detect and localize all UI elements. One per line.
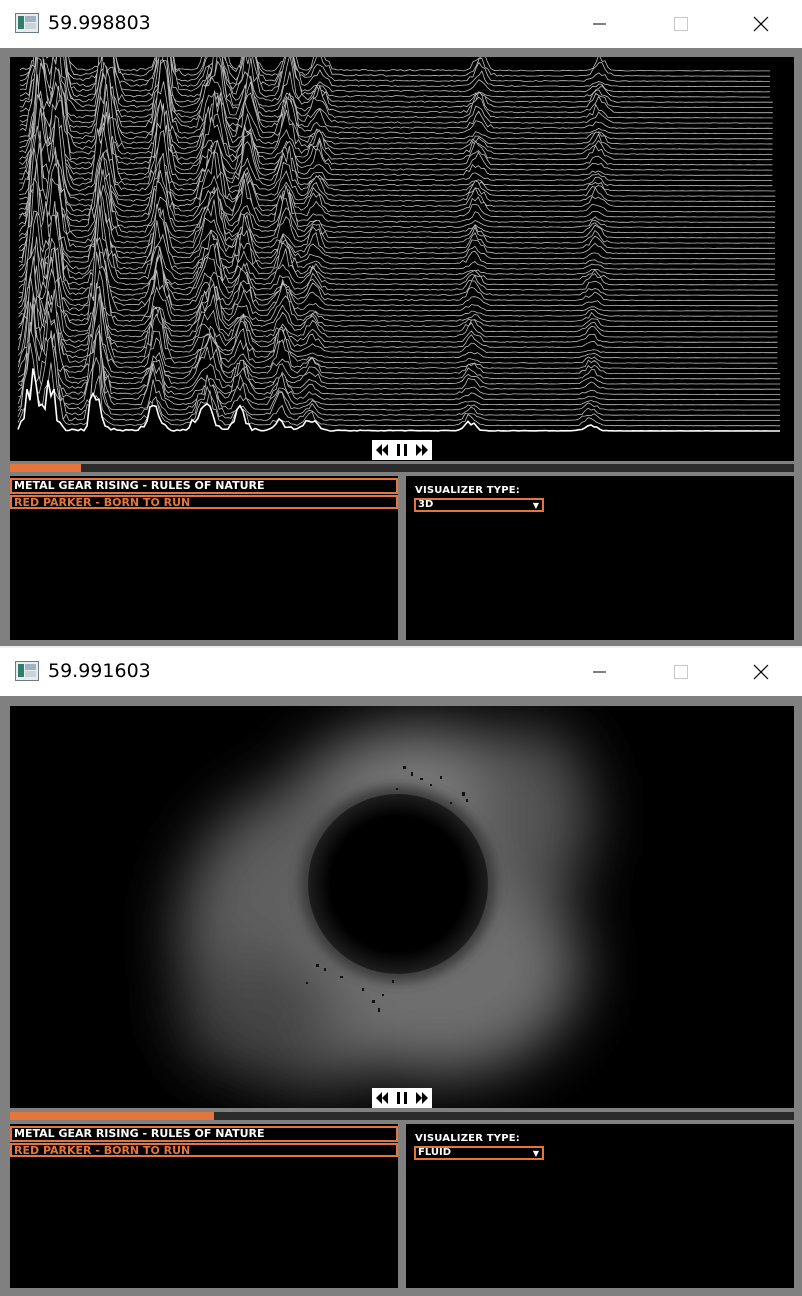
maximize-icon[interactable] (657, 0, 703, 48)
pause-icon[interactable] (397, 1092, 407, 1104)
chevron-down-icon: ▼ (532, 1149, 539, 1158)
progress-fill (10, 1112, 214, 1120)
playlist-item[interactable]: RED PARKER - BORN TO RUN (10, 495, 398, 509)
pause-icon[interactable] (397, 444, 407, 456)
visualizer-type-value: 3D (418, 499, 434, 510)
playlist-item[interactable]: RED PARKER - BORN TO RUN (10, 1143, 398, 1157)
progress-bar[interactable] (10, 1112, 794, 1120)
visualizer-type-label: VISUALIZER TYPE: (415, 485, 520, 496)
app-icon (15, 661, 39, 681)
spectrum-ridge (19, 57, 773, 108)
playback-controls[interactable] (372, 1088, 432, 1108)
visualizer-window-1: 59.998803 METAL GEAR RISING - RULES OF N… (0, 0, 802, 646)
visualizer-canvas (10, 57, 794, 461)
waveform-3d-ridges (17, 57, 781, 432)
rewind-icon[interactable] (376, 444, 388, 456)
visualizer-type-value: FLUID (418, 1147, 451, 1158)
chevron-down-icon: ▼ (532, 501, 539, 510)
spectrum-ridge (19, 57, 770, 82)
close-icon[interactable] (738, 648, 784, 696)
close-icon[interactable] (738, 0, 784, 48)
spectrum-ridge (18, 238, 778, 296)
visualizer-type-label: VISUALIZER TYPE: (415, 1133, 520, 1144)
playlist-panel: METAL GEAR RISING - RULES OF NATURE RED … (10, 476, 398, 640)
spectrum-ridge (19, 57, 773, 114)
playlist-item-active[interactable]: METAL GEAR RISING - RULES OF NATURE (10, 1126, 398, 1142)
fluid-visualization (180, 726, 590, 1086)
visualizer-type-select[interactable]: FLUID ▼ (414, 1146, 544, 1160)
window-title: 59.991603 (48, 660, 151, 682)
spectrum-ridge (19, 57, 770, 88)
settings-panel: VISUALIZER TYPE: 3D ▼ (406, 476, 794, 640)
spectrum-ridge (19, 100, 773, 161)
visualizer-window-2: 59.991603 METAL GEAR RISING - RULES OF N… (0, 648, 802, 1296)
playlist-item-active[interactable]: METAL GEAR RISING - RULES OF NATURE (10, 478, 398, 494)
spectrum-ridge (19, 81, 773, 150)
visualizer-canvas (10, 706, 794, 1108)
fast-forward-icon[interactable] (416, 444, 428, 456)
playback-controls[interactable] (372, 440, 432, 460)
fast-forward-icon[interactable] (416, 1092, 428, 1104)
spectrum-ridge (18, 130, 776, 228)
spectrum-ridge (19, 94, 773, 187)
maximize-icon[interactable] (657, 648, 703, 696)
spectrum-ridge (19, 57, 770, 72)
rewind-icon[interactable] (376, 1092, 388, 1104)
app-icon (15, 13, 39, 33)
progress-fill (10, 464, 81, 472)
spectrum-ridge (19, 108, 776, 192)
spectrum-ridge (19, 176, 776, 260)
minimize-icon[interactable] (576, 0, 622, 48)
visualizer-type-select[interactable]: 3D ▼ (414, 498, 544, 512)
spectrum-ridge (17, 337, 781, 390)
minimize-icon[interactable] (576, 648, 622, 696)
settings-panel: VISUALIZER TYPE: FLUID ▼ (406, 1124, 794, 1288)
window-title: 59.998803 (48, 12, 151, 34)
spectrum-ridge (19, 57, 771, 77)
progress-bar[interactable] (10, 464, 794, 472)
title-bar[interactable]: 59.998803 (0, 0, 802, 48)
playlist-panel: METAL GEAR RISING - RULES OF NATURE RED … (10, 1124, 398, 1288)
title-bar[interactable]: 59.991603 (0, 648, 802, 696)
spectrum-ridge (18, 163, 775, 244)
